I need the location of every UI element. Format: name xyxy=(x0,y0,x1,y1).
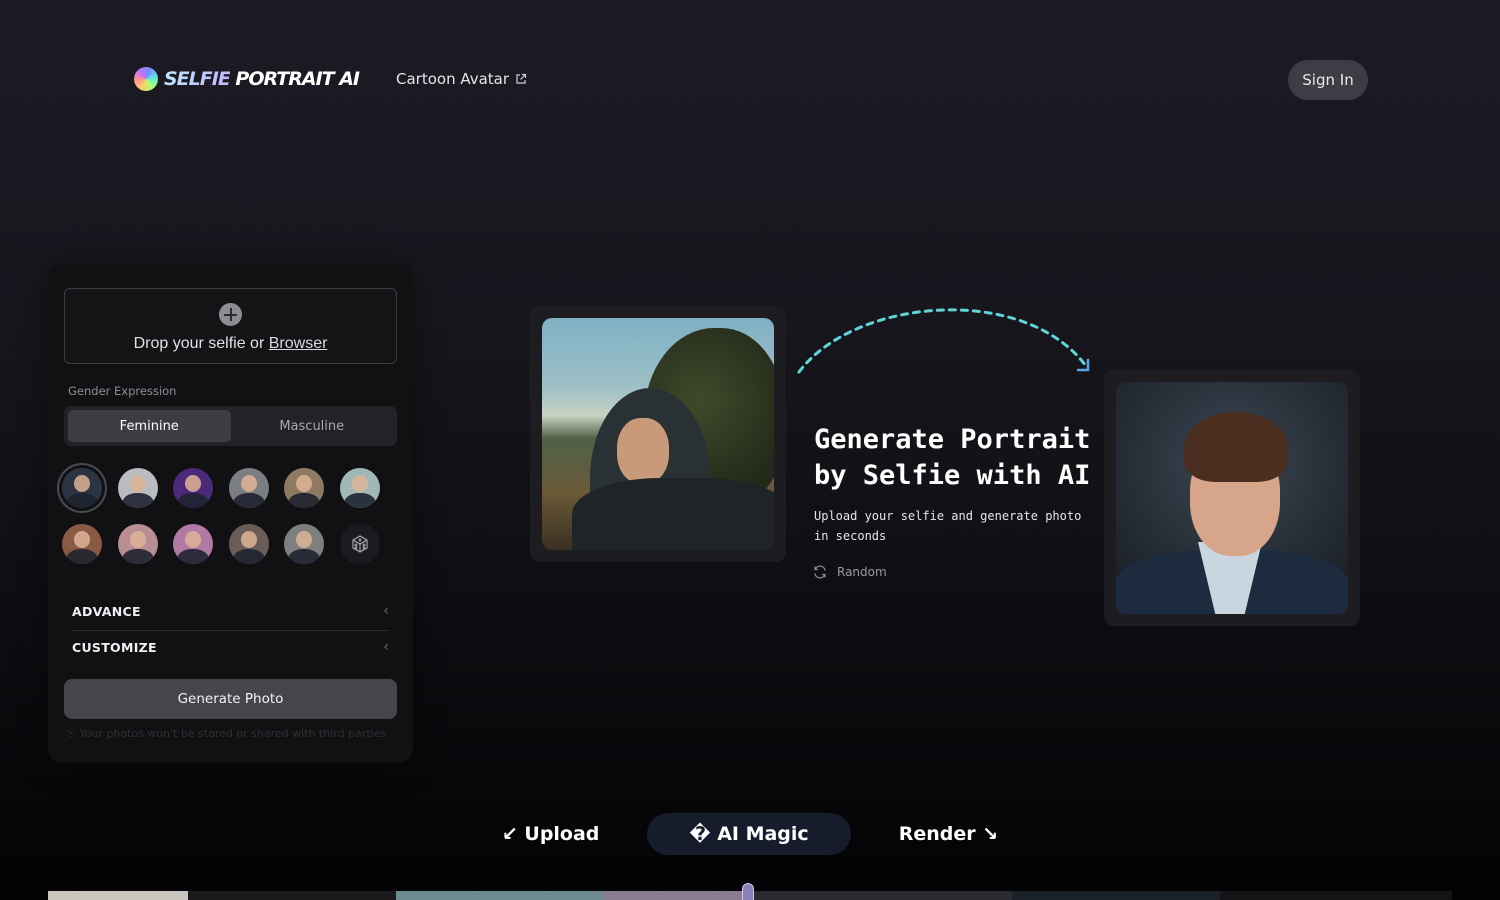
advance-section-title: ADVANCE xyxy=(72,603,141,619)
logo[interactable]: SELFIE PORTRAIT AI xyxy=(134,67,360,91)
chevron-left-icon: ‹ xyxy=(383,639,389,655)
random-button[interactable]: Random xyxy=(813,565,887,579)
sign-in-button[interactable]: Sign In xyxy=(1288,60,1368,100)
dice-icon xyxy=(352,535,368,553)
process-steps: ↙ Upload � AI Magic Render ↘ xyxy=(0,813,1500,855)
gallery-item[interactable] xyxy=(188,891,396,900)
dropzone-label: Drop your selfie or xyxy=(133,335,269,352)
style-preset-astronaut[interactable] xyxy=(228,524,269,564)
style-preset-business-man-dark[interactable] xyxy=(62,468,102,508)
style-preset-woman-lab-coat[interactable] xyxy=(284,468,325,508)
logo-text: SELFIE PORTRAIT AI xyxy=(164,68,360,90)
style-preset-woman-dreamy[interactable] xyxy=(117,524,158,564)
step-ai-magic[interactable]: � AI Magic xyxy=(647,813,851,855)
privacy-note-text: Your photos won't be stored or shared wi… xyxy=(79,727,387,740)
generator-panel: Drop your selfie or Browser Gender Expre… xyxy=(48,264,413,763)
header: SELFIE PORTRAIT AI Cartoon Avatar Sign I… xyxy=(0,0,1500,160)
privacy-note: ☉ Your photos won't be stored or shared … xyxy=(66,727,386,740)
hero-title: Generate Portrait by Selfie with AI xyxy=(814,424,1091,491)
gallery-item[interactable] xyxy=(48,891,188,900)
random-style-button[interactable] xyxy=(339,524,380,564)
selfie-dropzone[interactable]: Drop your selfie or Browser xyxy=(64,288,397,364)
style-preset-street-group[interactable] xyxy=(284,524,325,564)
logo-text-part1: SELFIE xyxy=(164,68,231,90)
generate-photo-button[interactable]: Generate Photo xyxy=(64,679,397,719)
gallery-item[interactable] xyxy=(744,891,1012,900)
logo-text-part2: PORTRAIT AI xyxy=(229,68,360,90)
gender-option-feminine[interactable]: Feminine xyxy=(68,410,231,442)
dropzone-text: Drop your selfie or Browser xyxy=(65,335,396,353)
customize-section-title: CUSTOMIZE xyxy=(72,639,157,655)
hero-subtitle: Upload your selfie and generate photo in… xyxy=(814,509,1082,543)
gallery-item[interactable] xyxy=(604,891,744,900)
image-hair xyxy=(1184,412,1288,482)
nav-link-label: Cartoon Avatar xyxy=(396,70,510,88)
shield-check-icon: ☉ xyxy=(66,727,80,740)
customize-section-toggle[interactable]: CUSTOMIZE ‹ xyxy=(72,630,389,664)
nav-cartoon-avatar-link[interactable]: Cartoon Avatar xyxy=(396,70,527,88)
image-body xyxy=(572,478,774,550)
chevron-left-icon: ‹ xyxy=(383,603,389,619)
selfie-example-image xyxy=(542,318,774,550)
gallery-item[interactable] xyxy=(1012,891,1220,900)
gender-expression-label: Gender Expression xyxy=(68,384,177,398)
gender-toggle: Feminine Masculine xyxy=(64,406,397,446)
gallery-item[interactable] xyxy=(1220,891,1452,900)
external-link-icon xyxy=(516,73,527,84)
before-photo-card xyxy=(530,306,786,562)
gallery-item[interactable] xyxy=(396,891,604,900)
style-preset-festival-colors[interactable] xyxy=(173,524,214,564)
logo-orb-icon xyxy=(134,67,158,91)
portrait-result-image xyxy=(1116,382,1348,614)
style-preset-woman-suit-office[interactable] xyxy=(228,468,269,508)
gender-option-masculine[interactable]: Masculine xyxy=(231,410,394,442)
style-preset-asian-woman-portrait[interactable] xyxy=(339,468,380,508)
style-preset-athlete-stadium[interactable] xyxy=(62,524,102,564)
refresh-icon xyxy=(814,565,826,579)
style-presets-grid xyxy=(62,468,398,564)
transform-arrow-icon xyxy=(797,308,1090,374)
after-photo-card xyxy=(1104,370,1360,626)
style-preset-asian-man-suit[interactable] xyxy=(117,468,158,508)
random-label: Random xyxy=(837,565,887,579)
advance-section-toggle[interactable]: ADVANCE ‹ xyxy=(72,594,389,628)
step-upload[interactable]: ↙ Upload xyxy=(502,813,600,855)
comparison-slider-handle[interactable] xyxy=(742,883,754,900)
browse-link[interactable]: Browser xyxy=(269,335,328,352)
step-render[interactable]: Render ↘ xyxy=(899,813,998,855)
image-face xyxy=(617,418,669,484)
plus-circle-icon xyxy=(219,303,242,326)
style-preset-man-purple-backdrop[interactable] xyxy=(173,468,214,508)
